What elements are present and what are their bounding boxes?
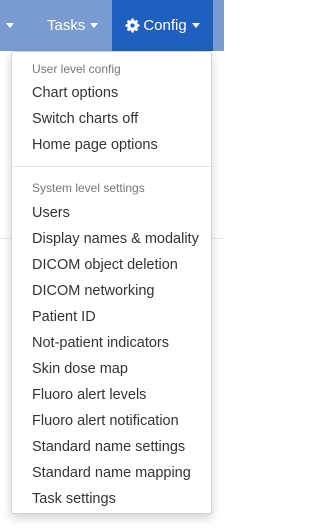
menu-item-patient-id[interactable]: Patient ID — [32, 309, 96, 325]
menu-item-display-names-modality[interactable]: Display names & modality — [32, 231, 199, 247]
gear-icon — [125, 18, 140, 33]
config-dropdown-menu: User level config Chart options Switch c… — [11, 51, 212, 514]
menu-item-home-page-options[interactable]: Home page options — [32, 137, 158, 153]
caret-down-icon — [90, 23, 99, 28]
menu-item-chart-options[interactable]: Chart options — [32, 85, 118, 101]
menu-item-standard-name-mapping[interactable]: Standard name mapping — [32, 465, 191, 481]
tasks-label: Tasks — [47, 17, 86, 34]
user-level-config-header: User level config — [32, 62, 121, 76]
menu-item-switch-charts-off[interactable]: Switch charts off — [32, 111, 138, 127]
menu-item-fluoro-alert-levels[interactable]: Fluoro alert levels — [32, 387, 146, 403]
caret-down-icon — [5, 23, 14, 28]
menu-item-skin-dose-map[interactable]: Skin dose map — [32, 361, 128, 377]
nav-item-label: s — [0, 17, 1, 34]
nav-item-tasks[interactable]: Tasks — [47, 0, 107, 51]
menu-divider — [12, 166, 211, 167]
system-level-settings-header: System level settings — [32, 181, 145, 195]
menu-item-dicom-object-deletion[interactable]: DICOM object deletion — [32, 257, 178, 273]
menu-item-users[interactable]: Users — [32, 205, 70, 221]
nav-item-partial[interactable]: s — [0, 0, 20, 51]
config-label: Config — [143, 17, 187, 34]
menu-item-task-settings[interactable]: Task settings — [32, 491, 116, 507]
menu-item-standard-name-settings[interactable]: Standard name settings — [32, 439, 185, 455]
menu-item-not-patient-indicators[interactable]: Not-patient indicators — [32, 335, 169, 351]
menu-item-fluoro-alert-notification[interactable]: Fluoro alert notification — [32, 413, 179, 429]
nav-item-config[interactable]: Config — [112, 0, 213, 51]
navbar: s Tasks Config — [0, 0, 224, 51]
caret-down-icon — [191, 23, 200, 28]
menu-item-dicom-networking[interactable]: DICOM networking — [32, 283, 154, 299]
